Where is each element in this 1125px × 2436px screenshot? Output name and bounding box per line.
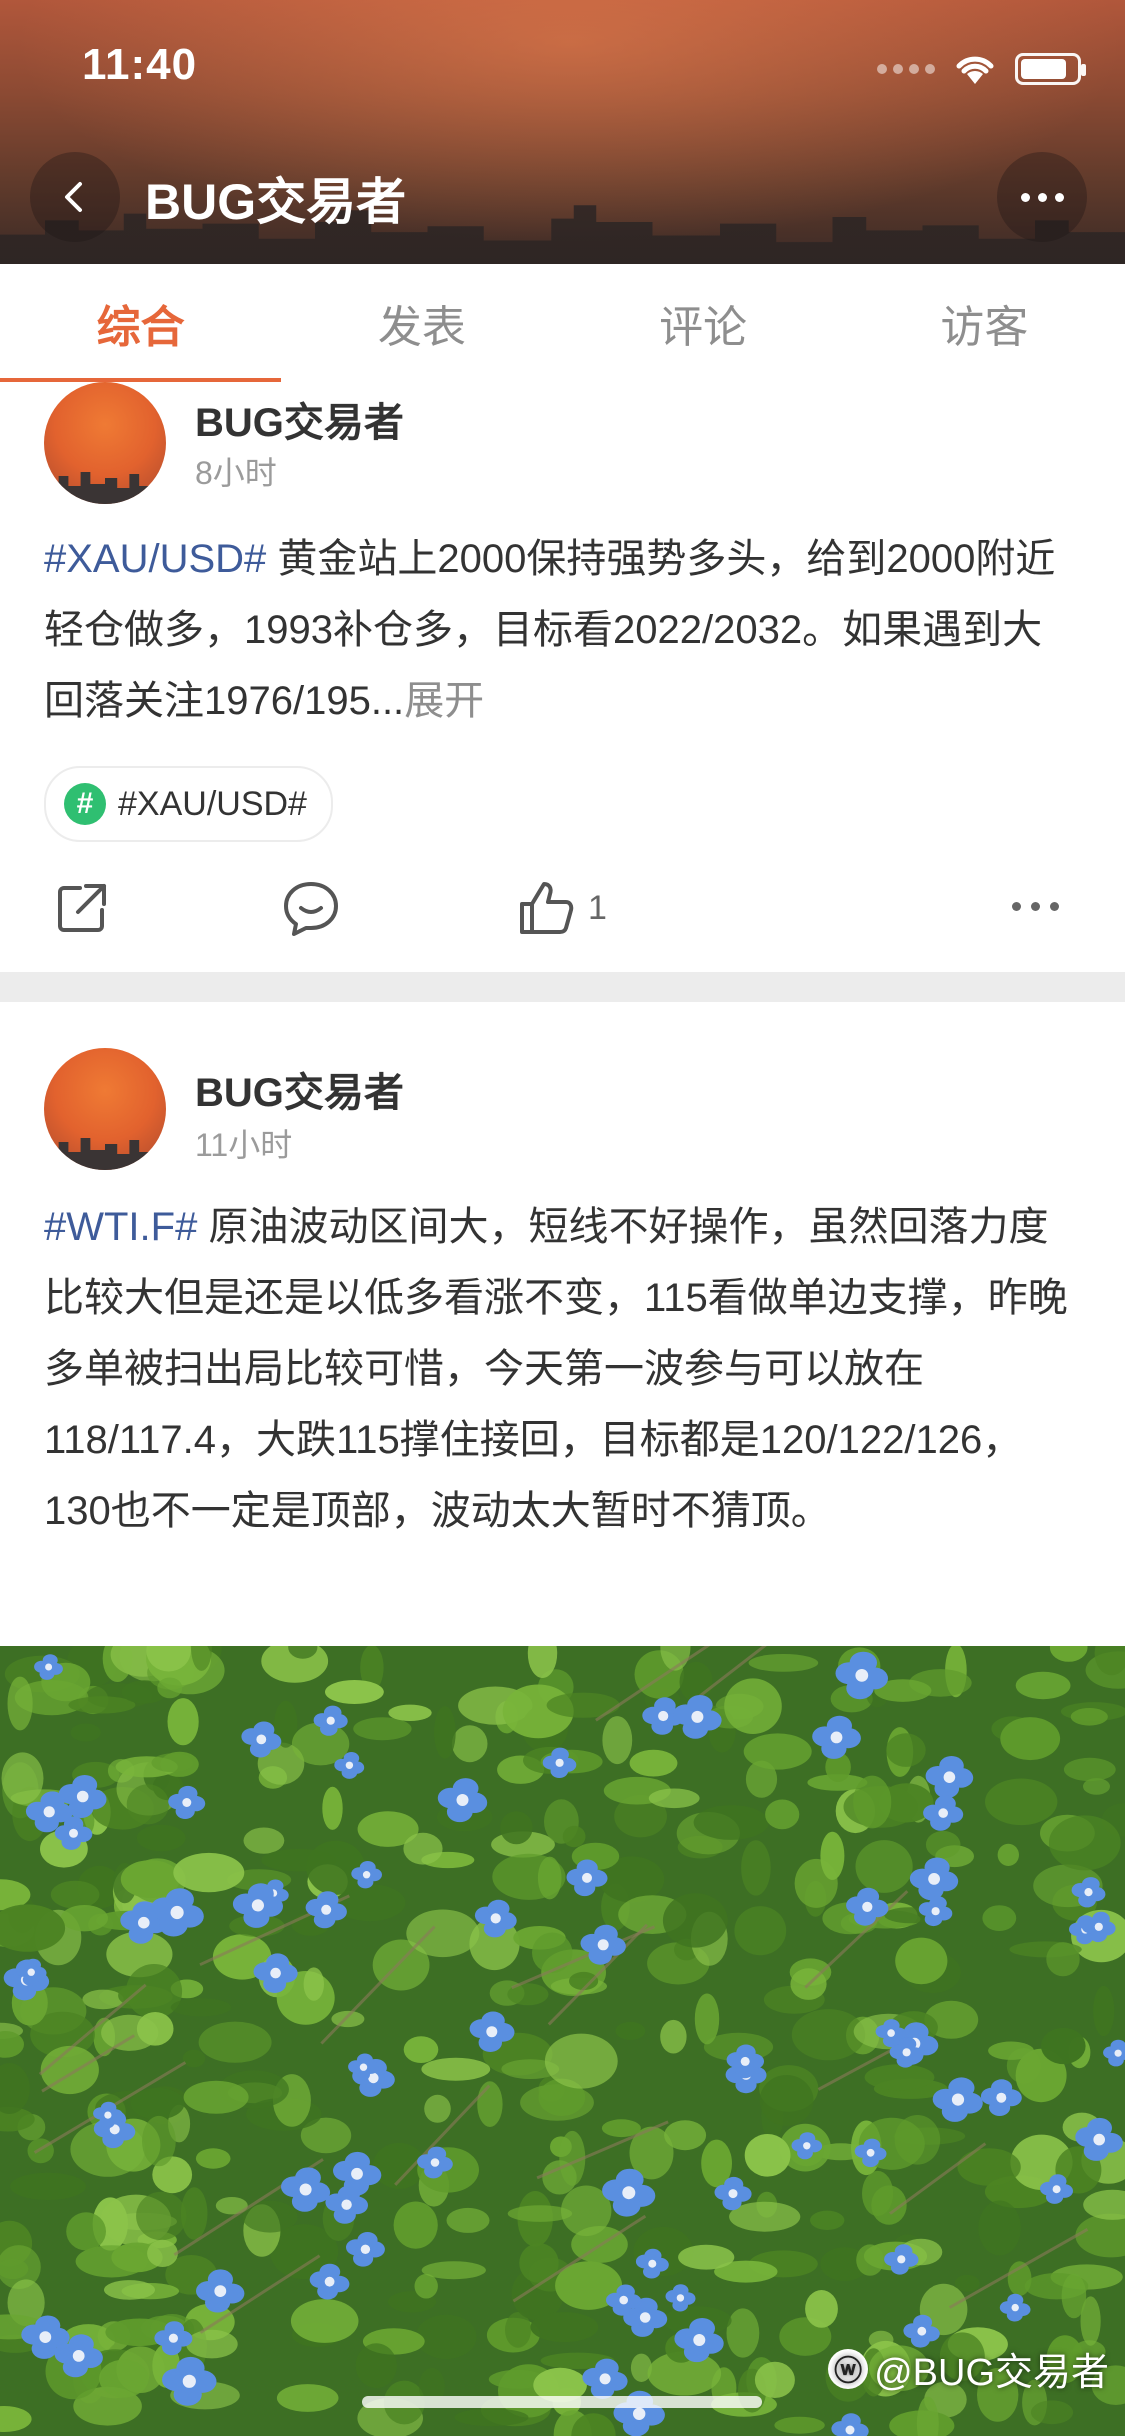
- comment-icon: [284, 882, 338, 936]
- avatar[interactable]: [44, 1048, 166, 1170]
- more-dot-icon: [1012, 902, 1021, 911]
- tab-posts[interactable]: 发表: [281, 264, 562, 382]
- more-dot-icon: [1054, 192, 1064, 202]
- image-watermark: ⓦ @BUG交易者: [828, 2341, 1109, 2396]
- expand-link[interactable]: 展开: [404, 679, 484, 723]
- weibo-logo-icon: ⓦ: [828, 2348, 869, 2389]
- page-title: BUG交易者: [145, 174, 407, 230]
- share-icon: [58, 884, 106, 932]
- status-icons: [877, 52, 1086, 86]
- post-body[interactable]: #WTI.F# 原油波动区间大，短线不好操作，虽然回落力度比较大但是还是以低多看…: [44, 1192, 1081, 1547]
- chevron-left-icon: [65, 182, 82, 212]
- more-dot-icon: [1020, 192, 1030, 202]
- more-dot-icon: [1031, 902, 1040, 911]
- feed-post: BUG交易者 11小时 #WTI.F# 原油波动区间大，短线不好操作，虽然回落力…: [0, 1048, 1125, 1646]
- tab-comments[interactable]: 评论: [563, 264, 844, 382]
- post-body[interactable]: #XAU/USD# 黄金站上2000保持强势多头，给到2000附近轻仓做多，19…: [44, 524, 1081, 737]
- avatar[interactable]: [44, 382, 166, 504]
- watermark-text: @BUG交易者: [874, 2352, 1109, 2394]
- post-time: 8小时: [195, 455, 277, 491]
- profile-header: 11:40 BUG交易者: [0, 0, 1125, 264]
- more-dot-icon: [1050, 902, 1059, 911]
- home-indicator: [362, 2396, 762, 2408]
- like-count: 1: [588, 888, 607, 927]
- post-hashtag[interactable]: #XAU/USD#: [44, 537, 266, 581]
- topic-label: #XAU/USD#: [118, 784, 307, 823]
- more-dot-icon: [1037, 192, 1047, 202]
- post-hashtag[interactable]: #WTI.F#: [44, 1205, 197, 1249]
- post-actions: 1: [0, 860, 1125, 952]
- like-button[interactable]: 1: [514, 878, 607, 938]
- post-image[interactable]: ⓦ @BUG交易者: [0, 1646, 1125, 2436]
- feed-divider: [0, 972, 1125, 1002]
- wifi-icon: [956, 56, 994, 84]
- back-button[interactable]: [30, 152, 120, 242]
- post-author[interactable]: BUG交易者: [195, 390, 404, 448]
- post-more-button[interactable]: [1012, 902, 1059, 911]
- post-author[interactable]: BUG交易者: [195, 1060, 404, 1118]
- thumbs-up-icon: [520, 882, 574, 934]
- tab-overview[interactable]: 综合: [0, 264, 282, 384]
- topic-chip[interactable]: # #XAU/USD#: [44, 766, 333, 842]
- battery-icon: [1015, 53, 1086, 85]
- hashtag-icon: #: [64, 783, 106, 825]
- signal-icon: [877, 64, 935, 74]
- status-time: 11:40: [82, 40, 198, 89]
- post-time: 11小时: [195, 1127, 293, 1163]
- tab-bar: 综合 发表 评论 访客: [0, 264, 1125, 384]
- more-options-button[interactable]: [997, 152, 1087, 242]
- share-button[interactable]: [52, 878, 112, 938]
- comment-button[interactable]: [280, 878, 342, 938]
- tab-visitors[interactable]: 访客: [844, 264, 1125, 382]
- flower-field-image: [0, 1646, 1125, 2436]
- post-text: 原油波动区间大，短线不好操作，虽然回落力度比较大但是还是以低多看涨不变，115看…: [44, 1205, 1068, 1533]
